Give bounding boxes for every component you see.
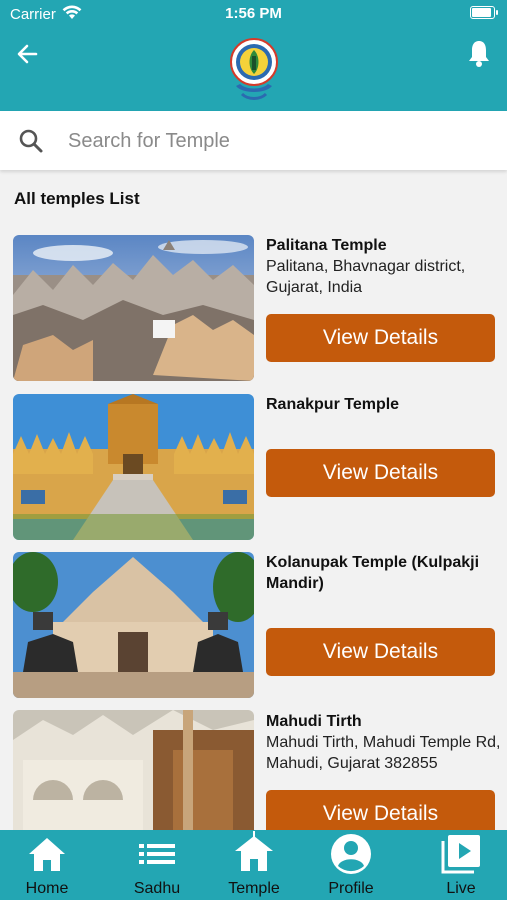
search-input[interactable] [68,121,488,161]
nav-label: Home [25,880,69,897]
temple-image-ranakpur[interactable] [13,394,254,540]
battery-icon [470,6,498,19]
nav-sadhu[interactable]: Sadhu [107,830,207,900]
bottom-navigation: Home Sadhu Temple Profile Live [0,830,507,900]
clock: 1:56 PM [225,5,282,22]
search-bar [0,111,507,170]
status-bar: Carrier 1:56 PM [0,0,507,28]
temple-image-kolanupak[interactable] [13,552,254,698]
profile-icon [331,834,371,874]
bell-icon[interactable] [465,38,493,68]
arrow-left-icon[interactable] [14,40,42,68]
home-icon [29,838,65,871]
nav-label: Profile [328,880,374,897]
list-icon [139,844,175,864]
temple-image-palitana[interactable] [13,235,254,381]
view-details-button[interactable]: View Details [266,449,495,497]
live-play-icon [441,835,480,874]
view-details-button[interactable]: View Details [266,628,495,676]
temple-name[interactable]: Kolanupak Temple (Kulpakji Mandir) [266,552,502,594]
view-details-button[interactable]: View Details [266,314,495,362]
nav-label: Temple [228,880,280,897]
section-title: All temples List [14,189,140,208]
nav-live[interactable]: Live [411,830,507,900]
nav-temple[interactable]: Temple [204,830,304,900]
nav-label: Live [446,880,476,897]
temple-name[interactable]: Mahudi Tirth [266,711,502,732]
nav-home[interactable]: Home [0,830,97,900]
temple-name[interactable]: Ranakpur Temple [266,394,502,415]
temple-icon [235,831,273,871]
temple-address: Mahudi Tirth, Mahudi Temple Rd, Mahudi, … [266,734,501,772]
search-icon [19,129,43,153]
app-header: Carrier 1:56 PM [0,0,507,111]
temple-address: Palitana, Bhavnagar district, Gujarat, I… [266,258,466,296]
nav-label: Sadhu [133,880,181,897]
temple-name[interactable]: Palitana Temple [266,235,502,256]
app-logo [230,38,278,100]
nav-profile[interactable]: Profile [301,830,401,900]
